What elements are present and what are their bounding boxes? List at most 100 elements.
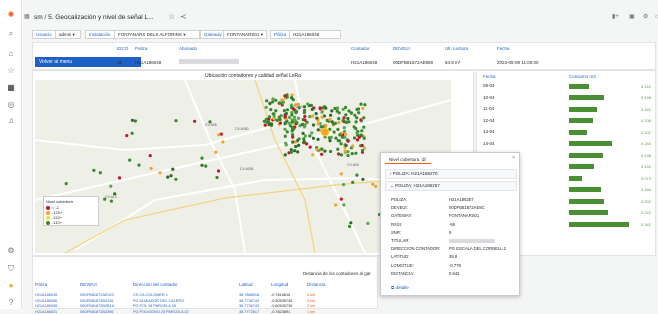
meter-marker[interactable]	[352, 136, 357, 140]
meter-marker[interactable]	[339, 197, 343, 201]
meter-marker[interactable]	[291, 135, 295, 139]
meter-marker[interactable]	[346, 153, 350, 158]
meter-marker[interactable]	[351, 144, 355, 148]
meter-marker[interactable]	[320, 152, 324, 156]
cell-poliza[interactable]: H21A186006	[35, 299, 57, 303]
meter-marker[interactable]	[272, 117, 276, 121]
meter-marker[interactable]	[342, 203, 346, 207]
meter-marker[interactable]	[338, 133, 342, 137]
close-icon[interactable]: ×	[512, 155, 515, 161]
meter-marker[interactable]	[303, 114, 307, 119]
meter-marker[interactable]	[290, 96, 294, 100]
meter-marker[interactable]	[274, 109, 278, 113]
meter-marker[interactable]	[374, 184, 378, 188]
meter-marker[interactable]	[284, 143, 288, 147]
var-usuario-select[interactable]: admin ▾	[55, 30, 81, 39]
meter-marker[interactable]	[311, 123, 316, 127]
meter-marker[interactable]	[271, 100, 275, 104]
meter-marker[interactable]	[316, 128, 320, 132]
var-gateway-select[interactable]: FONTANARS01 ▾	[223, 30, 267, 39]
meter-marker[interactable]	[305, 142, 309, 146]
meter-marker[interactable]	[311, 114, 315, 118]
meter-marker[interactable]	[320, 115, 324, 119]
meter-marker[interactable]	[355, 131, 359, 135]
meter-marker[interactable]	[344, 132, 348, 136]
meter-marker[interactable]	[328, 117, 332, 121]
meter-marker[interactable]	[92, 168, 96, 172]
meter-marker[interactable]	[301, 131, 305, 135]
star-icon[interactable]: ☆	[6, 66, 16, 76]
grafana-logo-icon[interactable]: ✺	[6, 10, 16, 20]
meter-marker[interactable]	[302, 111, 306, 115]
col-fecha[interactable]: Fecha	[497, 46, 510, 51]
meter-marker[interactable]	[334, 136, 338, 140]
cell-lat[interactable]: 38.7772617	[239, 310, 259, 314]
meter-marker[interactable]	[356, 107, 361, 111]
meter-marker[interactable]	[125, 134, 129, 138]
save-icon[interactable]: ▣	[629, 13, 635, 20]
col-direccion[interactable]: Dirección del contador	[133, 282, 178, 287]
meter-marker[interactable]	[166, 175, 170, 179]
meter-marker[interactable]	[366, 221, 370, 225]
meter-marker[interactable]	[290, 128, 294, 132]
meter-marker[interactable]	[301, 122, 305, 126]
cell-dist[interactable]: 0 km	[307, 293, 315, 297]
meter-marker[interactable]	[277, 115, 281, 119]
cell-dist[interactable]: 2 km	[307, 304, 315, 308]
cell-lat[interactable]: 38.7736743	[239, 304, 259, 308]
detalle-link[interactable]: ⧉ detalle	[391, 285, 409, 290]
meter-marker[interactable]	[334, 203, 338, 207]
search-icon[interactable]: ⌕	[6, 29, 16, 39]
col-idco[interactable]: IDCO	[117, 46, 128, 51]
breadcrumb[interactable]: sm / 5. Geocalización y nivel de señal L…	[34, 14, 154, 21]
meter-marker[interactable]	[293, 118, 297, 122]
meter-marker[interactable]	[296, 116, 300, 120]
cell-dir[interactable]: PG POL 18 PARCELA 28	[133, 304, 176, 308]
meter-marker[interactable]	[355, 173, 359, 177]
meter-marker[interactable]	[318, 106, 322, 110]
cell-deveui[interactable]: 00DFB81872B2396	[80, 310, 113, 314]
meter-marker[interactable]	[315, 147, 319, 152]
meter-marker[interactable]	[158, 171, 162, 175]
cell-poliza[interactable]: H21A186021	[35, 310, 57, 314]
meter-marker[interactable]	[344, 105, 348, 110]
meter-marker[interactable]	[295, 121, 299, 125]
meter-marker[interactable]	[324, 123, 328, 128]
meter-marker[interactable]	[278, 121, 282, 125]
meter-marker[interactable]	[283, 153, 287, 157]
meter-marker[interactable]	[329, 149, 333, 154]
col-fecha-consumo[interactable]: Fecha	[483, 74, 496, 79]
meter-marker[interactable]	[349, 221, 353, 225]
meter-marker[interactable]	[315, 116, 319, 120]
meter-marker[interactable]	[316, 137, 320, 141]
meter-marker[interactable]	[328, 139, 332, 143]
meter-marker[interactable]	[267, 123, 271, 127]
meter-marker[interactable]	[344, 120, 348, 124]
help-icon[interactable]: ?	[6, 298, 16, 308]
meter-marker[interactable]	[290, 93, 294, 97]
meter-marker[interactable]	[269, 108, 273, 112]
meter-marker[interactable]	[341, 119, 345, 123]
meter-marker[interactable]	[360, 148, 365, 153]
meter-marker[interactable]	[278, 101, 282, 105]
meter-marker[interactable]	[361, 106, 365, 110]
meter-marker[interactable]	[303, 134, 307, 138]
meter-marker[interactable]	[337, 117, 341, 121]
meter-marker[interactable]	[330, 109, 334, 113]
col-abonado[interactable]: Abonado	[179, 46, 197, 51]
meter-marker[interactable]	[263, 123, 267, 127]
meter-marker[interactable]	[337, 152, 341, 156]
meter-marker[interactable]	[274, 98, 278, 102]
meter-marker[interactable]	[314, 112, 318, 116]
meter-marker[interactable]	[322, 105, 326, 110]
meter-marker[interactable]	[130, 131, 134, 135]
meter-marker[interactable]	[360, 143, 364, 148]
meter-marker[interactable]	[303, 118, 307, 122]
meter-marker[interactable]	[310, 131, 314, 135]
cell-dist[interactable]: 1 km	[307, 310, 315, 314]
add-panel-icon[interactable]: ▮+	[612, 13, 619, 20]
meter-marker[interactable]	[363, 103, 367, 107]
meter-marker[interactable]	[359, 102, 363, 106]
meter-marker[interactable]	[149, 166, 153, 171]
meter-marker[interactable]	[148, 154, 152, 158]
